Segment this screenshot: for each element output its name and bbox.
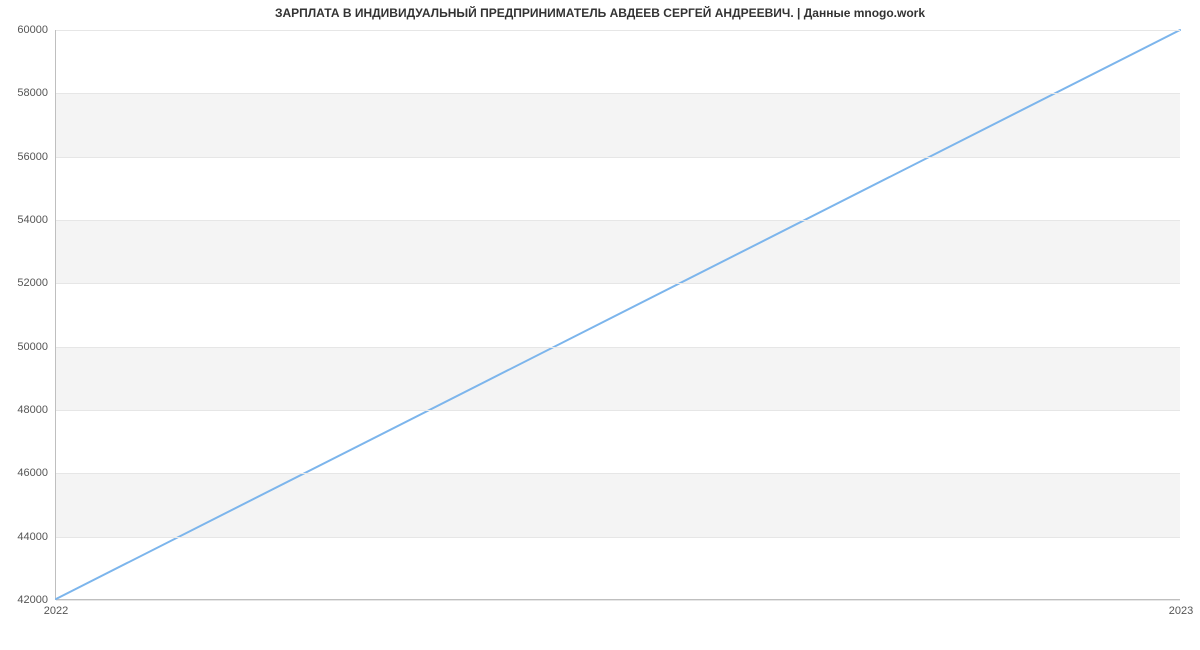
y-gridline (56, 600, 1180, 601)
y-gridline (56, 157, 1180, 158)
y-gridline (56, 347, 1180, 348)
y-gridline (56, 93, 1180, 94)
y-gridline (56, 537, 1180, 538)
chart-title: ЗАРПЛАТА В ИНДИВИДУАЛЬНЫЙ ПРЕДПРИНИМАТЕЛ… (0, 6, 1200, 20)
y-tick-label: 44000 (17, 531, 48, 543)
y-tick-label: 60000 (17, 24, 48, 36)
y-gridline (56, 220, 1180, 221)
y-tick-label: 52000 (17, 277, 48, 289)
plot-area: 4200044000460004800050000520005400056000… (55, 30, 1180, 600)
y-gridline (56, 283, 1180, 284)
y-tick-label: 54000 (17, 214, 48, 226)
y-tick-label: 46000 (17, 467, 48, 479)
y-gridline (56, 30, 1180, 31)
line-layer (56, 30, 1180, 599)
y-gridline (56, 473, 1180, 474)
x-tick-label: 2022 (44, 605, 68, 617)
y-tick-label: 50000 (17, 341, 48, 353)
y-tick-label: 56000 (17, 151, 48, 163)
y-tick-label: 48000 (17, 404, 48, 416)
y-tick-label: 58000 (17, 87, 48, 99)
salary-line-chart: ЗАРПЛАТА В ИНДИВИДУАЛЬНЫЙ ПРЕДПРИНИМАТЕЛ… (0, 0, 1200, 650)
y-gridline (56, 410, 1180, 411)
series-line (56, 30, 1180, 599)
x-tick-label: 2023 (1169, 605, 1193, 617)
